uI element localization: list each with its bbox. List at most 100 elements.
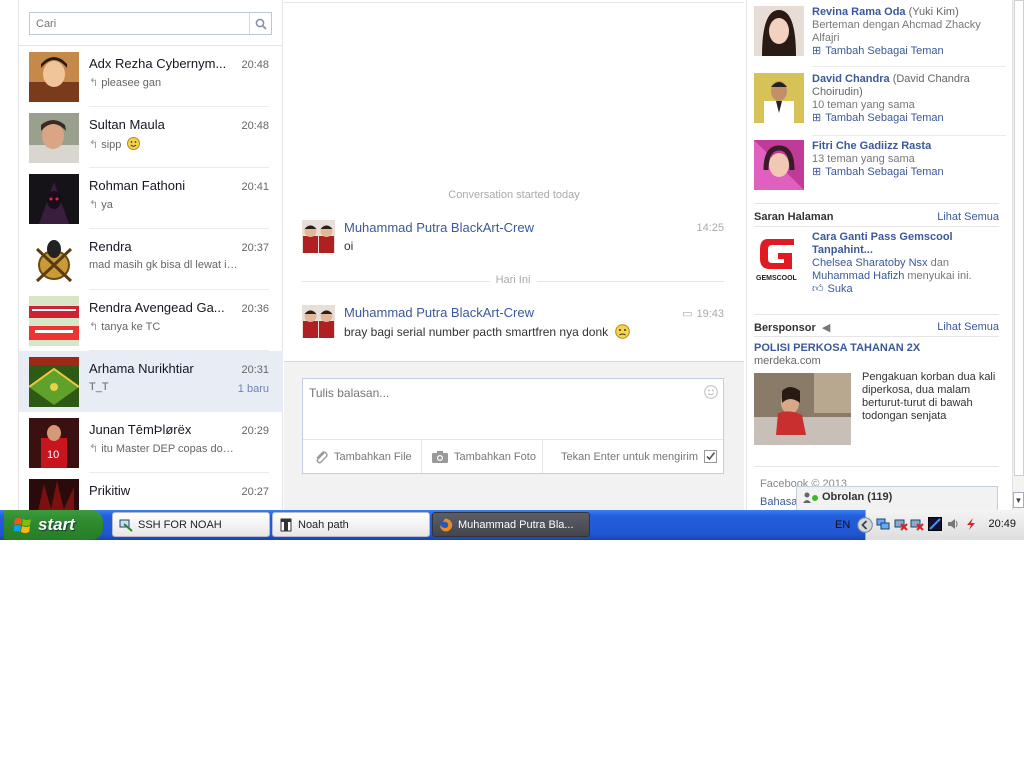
sender-name[interactable]: Muhammad Putra BlackArt-Crew bbox=[344, 305, 534, 320]
divider bbox=[812, 135, 1006, 136]
scroll-down-arrow-icon[interactable]: ▼ bbox=[1013, 492, 1024, 508]
tray-expand-icon[interactable] bbox=[857, 517, 873, 533]
enter-to-send-toggle[interactable]: Tekan Enter untuk mengirim bbox=[542, 440, 717, 473]
message-time: 14:25 bbox=[696, 222, 724, 234]
page-name[interactable]: Cara Ganti Pass Gemscool Tanpahint... bbox=[812, 231, 953, 256]
reply-icon: ↰ bbox=[89, 199, 99, 211]
enter-hint-label: Tekan Enter untuk mengirim bbox=[561, 450, 698, 463]
add-friend-button[interactable]: ⊞ Tambah Sebagai Teman bbox=[812, 45, 944, 58]
see-all-link[interactable]: Lihat Semua bbox=[937, 321, 999, 333]
message-time: 20:31 bbox=[241, 364, 269, 376]
ad-title[interactable]: POLISI PERKOSA TAHANAN 2X bbox=[754, 342, 920, 354]
taskbar-app-button[interactable]: Noah path bbox=[272, 512, 430, 537]
sponsored-header: Bersponsor ◀︎ Lihat Semua bbox=[754, 321, 999, 334]
scrollbar[interactable]: ▼ bbox=[1012, 0, 1024, 510]
add-photo-button[interactable]: Tambahkan Foto bbox=[421, 440, 547, 473]
emoticon-icon[interactable] bbox=[704, 385, 718, 399]
conversation-item[interactable]: Rendra Avengead Ga... 20:36 ↰ tanya ke TC bbox=[19, 290, 283, 351]
network-disconnected-icon[interactable] bbox=[894, 517, 908, 531]
thumbs-up-icon: 👍︎ bbox=[812, 283, 824, 295]
conversation-item[interactable]: Rohman Fathoni 20:41 ↰ ya bbox=[19, 168, 283, 229]
scroll-thumb[interactable] bbox=[1014, 0, 1024, 476]
message-text: bray bagi serial number pacth smartfren … bbox=[344, 324, 631, 339]
friend-mutual: Berteman dengan Ahcmad Zhacky Alfajri bbox=[812, 19, 981, 44]
conversation-item[interactable]: Adx Rezha Cybernym... 20:48 ↰ pleasee gan bbox=[19, 46, 283, 107]
right-sidebar: Revina Rama Oda (Yuki Kim) Berteman deng… bbox=[746, 0, 1012, 510]
message-time: 20:29 bbox=[241, 425, 269, 437]
network-icon[interactable] bbox=[876, 517, 890, 531]
friend-name[interactable]: David Chandra bbox=[812, 73, 890, 85]
friend-name[interactable]: Fitri Che Gadiizz Rasta bbox=[812, 140, 931, 152]
composer-toolbar: Tambahkan File Tambahkan Foto Tekan Ente… bbox=[303, 439, 723, 473]
avatar[interactable] bbox=[754, 140, 804, 190]
checkbox-checked-icon[interactable] bbox=[704, 450, 717, 463]
message-thread: Conversation started today Muhammad Putr… bbox=[284, 0, 744, 510]
message-time: 20:48 bbox=[241, 120, 269, 132]
avatar[interactable] bbox=[754, 73, 804, 123]
search-icon[interactable] bbox=[249, 13, 271, 34]
megaphone-icon: ◀︎ bbox=[821, 322, 831, 334]
screen: Adx Rezha Cybernym... 20:48 ↰pleasee gan… bbox=[0, 0, 1024, 540]
message-text: oi bbox=[344, 239, 354, 253]
sender-name[interactable]: Muhammad Putra BlackArt-Crew bbox=[344, 220, 534, 235]
search-input[interactable] bbox=[30, 13, 250, 34]
sender-avatar[interactable] bbox=[302, 305, 335, 338]
friend-mutual: 10 teman yang sama bbox=[812, 99, 915, 111]
language-indicator[interactable]: EN bbox=[835, 519, 850, 531]
message-text-content: bray bagi serial number pacth smartfren … bbox=[344, 325, 609, 339]
taskbar-app-button-active[interactable]: Muhammad Putra Bla... bbox=[432, 512, 590, 537]
paperclip-icon bbox=[316, 450, 328, 463]
add-friend-icon: ⊞ bbox=[812, 166, 822, 178]
snippet-text: itu Master DEP copas doc ... bbox=[101, 443, 239, 455]
add-file-button[interactable]: Tambahkan File bbox=[313, 440, 412, 473]
logo-text: GEMSCOOL bbox=[756, 275, 798, 282]
reply-icon: ↰ bbox=[89, 77, 99, 89]
like-button[interactable]: 👍︎ Suka bbox=[812, 283, 853, 296]
smile-emoji-icon bbox=[127, 137, 141, 150]
network-disconnected-icon[interactable] bbox=[910, 517, 924, 531]
reply-icon: ↰ bbox=[89, 321, 99, 333]
conversation-item[interactable]: Rendra 20:37 mad masih gk bisa dl lewat … bbox=[19, 229, 283, 290]
unread-badge: 1 baru bbox=[237, 383, 269, 395]
like-label: Suka bbox=[827, 283, 853, 295]
conversation-item[interactable]: 10 Junan TēmÞlørëx 20:29 ↰ itu Master DEP… bbox=[19, 412, 283, 473]
friend-info: Fitri Che Gadiizz Rasta 13 teman yang sa… bbox=[812, 140, 1002, 179]
volume-icon[interactable] bbox=[946, 517, 960, 531]
conversation-item-active[interactable]: Arhama Nurikhtiar 20:31 T_T 1 baru bbox=[19, 351, 283, 412]
reply-input[interactable] bbox=[303, 379, 699, 439]
friend-name[interactable]: Revina Rama Oda bbox=[812, 6, 906, 18]
divider bbox=[754, 203, 999, 204]
flash-icon[interactable] bbox=[964, 517, 978, 531]
sender-avatar[interactable] bbox=[302, 220, 335, 253]
gemscool-logo[interactable]: GEMSCOOL bbox=[754, 231, 804, 283]
snippet-text: ya bbox=[101, 199, 113, 211]
contact-name: Junan TēmÞlørëx bbox=[89, 422, 192, 437]
footer-language-link[interactable]: Bahasa bbox=[760, 496, 797, 508]
add-friend-label: Tambah Sebagai Teman bbox=[825, 166, 944, 178]
reply-icon: ↰ bbox=[89, 139, 99, 151]
clock[interactable]: 20:49 bbox=[988, 518, 1016, 530]
message-snippet: mad masih gk bisa dl lewat id... bbox=[89, 259, 239, 271]
monitor-icon[interactable] bbox=[928, 517, 942, 531]
windows-logo-icon bbox=[14, 517, 31, 533]
ad-image[interactable] bbox=[754, 373, 851, 445]
message-snippet: ↰ ya bbox=[89, 198, 239, 211]
see-all-link[interactable]: Lihat Semua bbox=[937, 211, 999, 223]
add-friend-button[interactable]: ⊞ Tambah Sebagai Teman bbox=[812, 112, 944, 125]
liker-link[interactable]: Chelsea Sharatoby Nsx bbox=[812, 257, 928, 270]
reply-composer: Tambahkan File Tambahkan Foto Tekan Ente… bbox=[302, 378, 724, 474]
add-friend-label: Tambah Sebagai Teman bbox=[825, 45, 944, 57]
start-button[interactable]: start bbox=[4, 510, 103, 540]
chat-sidebar-toggle[interactable]: Obrolan (119) bbox=[796, 486, 998, 510]
divider bbox=[754, 466, 999, 467]
conversation-item[interactable]: Sultan Maula 20:48 ↰ sipp bbox=[19, 107, 283, 168]
sad-emoji-icon bbox=[615, 324, 631, 339]
add-photo-label: Tambahkan Foto bbox=[454, 450, 536, 463]
add-friend-button[interactable]: ⊞ Tambah Sebagai Teman bbox=[812, 166, 944, 179]
liker-link[interactable]: Muhammad Hafizh bbox=[812, 270, 904, 283]
avatar[interactable] bbox=[754, 6, 804, 56]
taskbar-app-button[interactable]: SSH FOR NOAH bbox=[112, 512, 270, 537]
avatar bbox=[29, 174, 79, 224]
conversation-started-label: Conversation started today bbox=[448, 189, 580, 201]
divider bbox=[812, 66, 1006, 67]
